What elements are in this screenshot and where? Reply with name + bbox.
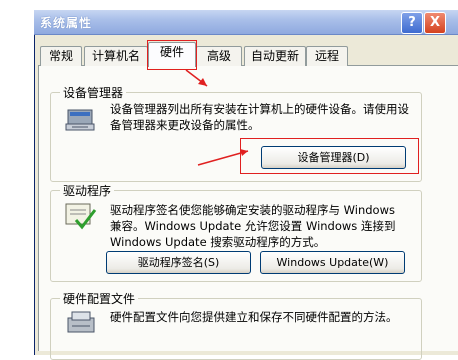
tab-hardware[interactable]: 硬件 bbox=[148, 42, 196, 67]
annotation-arrows bbox=[185, 69, 249, 166]
annotation-arrow-2 bbox=[197, 150, 249, 166]
